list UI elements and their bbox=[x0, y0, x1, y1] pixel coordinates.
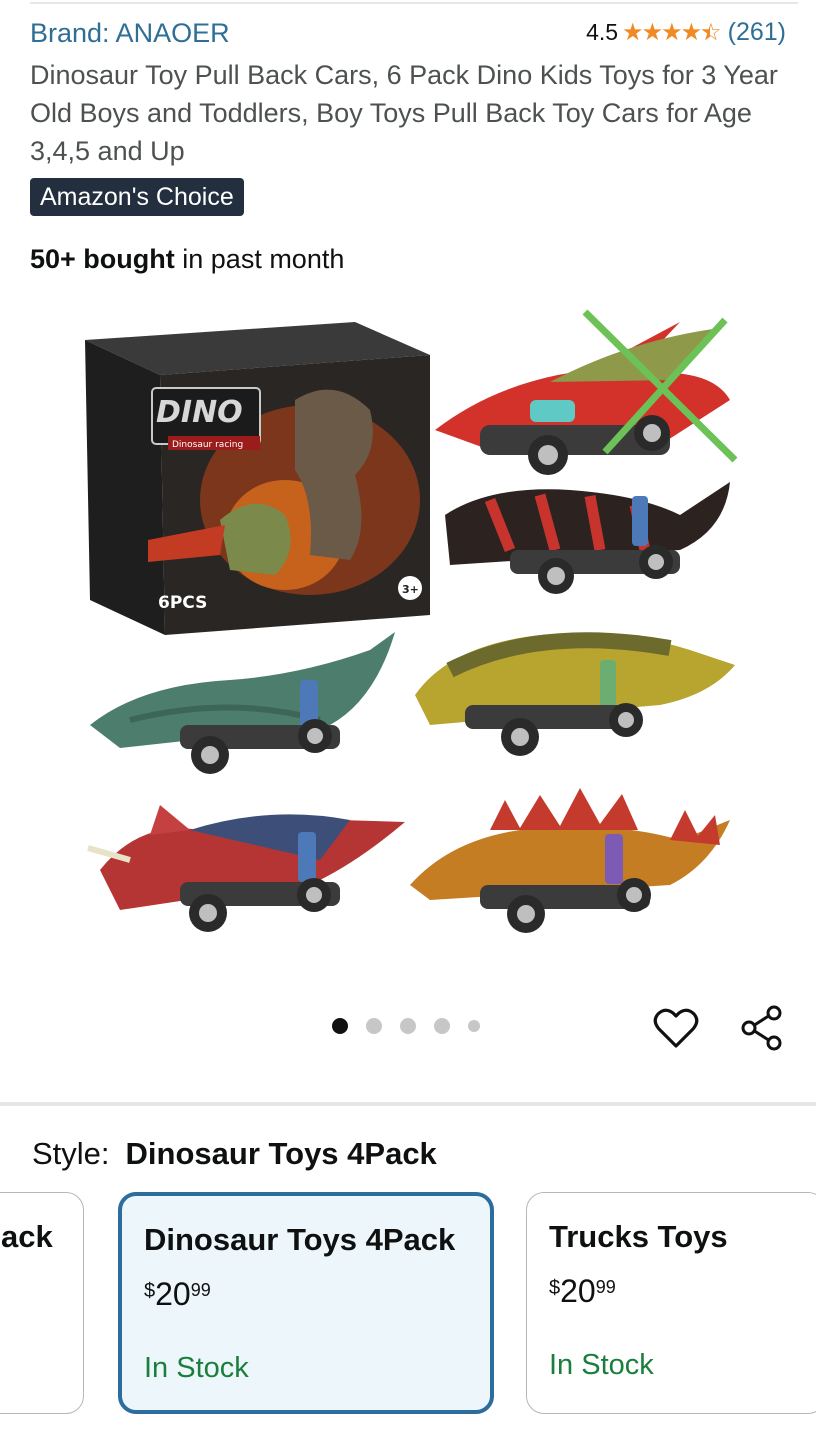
rating-count: (261) bbox=[727, 18, 786, 46]
star-rating-icon: ★★★★☆★ bbox=[622, 19, 722, 46]
style-option-name: Dinosaur Toys 4Pack bbox=[144, 1222, 456, 1257]
style-option-price: $2099 bbox=[144, 1276, 211, 1313]
carousel-dot[interactable] bbox=[366, 1018, 382, 1034]
heart-icon bbox=[653, 1008, 699, 1048]
style-option-card[interactable]: ack bbox=[0, 1192, 84, 1414]
price-whole: 20 bbox=[155, 1276, 191, 1312]
carousel-dot[interactable] bbox=[400, 1018, 416, 1034]
amazons-choice-badge: Amazon's Choice bbox=[30, 178, 244, 216]
share-icon bbox=[741, 1005, 782, 1051]
style-selected-value: Dinosaur Toys 4Pack bbox=[125, 1136, 437, 1171]
stock-status: In Stock bbox=[144, 1352, 249, 1384]
share-button[interactable] bbox=[736, 1002, 788, 1054]
box-logo-text: DINO bbox=[156, 395, 243, 430]
price-fraction: 99 bbox=[190, 1280, 211, 1300]
ankylosaurus-car-image bbox=[415, 632, 735, 756]
product-image[interactable]: DINO Dinosaur racing 6PCS 3+ bbox=[70, 300, 750, 960]
rating-value: 4.5 bbox=[586, 19, 619, 45]
box-age: 3+ bbox=[402, 583, 419, 596]
section-divider bbox=[0, 1102, 816, 1106]
top-divider bbox=[30, 2, 798, 4]
style-option-card[interactable]: Trucks Toys $2099 In Stock bbox=[526, 1192, 816, 1414]
favorite-button[interactable] bbox=[650, 1002, 702, 1054]
style-option-name: Trucks Toys bbox=[549, 1219, 728, 1254]
price-whole: 20 bbox=[560, 1273, 596, 1309]
trex-car-image bbox=[445, 482, 730, 594]
purchase-count: 50+ bought in past month bbox=[30, 244, 344, 275]
rating-summary[interactable]: 4.5 ★★★★☆★ (261) bbox=[586, 18, 786, 47]
purchase-count-rest: in past month bbox=[174, 244, 345, 274]
style-label: Style: bbox=[32, 1136, 110, 1171]
style-option-card-selected[interactable]: Dinosaur Toys 4Pack $2099 In Stock bbox=[118, 1192, 494, 1414]
pterosaur-car-image bbox=[435, 309, 738, 475]
carousel-dot[interactable] bbox=[468, 1020, 480, 1032]
style-selector-label: Style: Dinosaur Toys 4Pack bbox=[32, 1136, 437, 1172]
stegosaurus-car-image bbox=[410, 788, 730, 933]
raptor-car-image bbox=[90, 632, 395, 774]
price-currency: $ bbox=[144, 1280, 156, 1302]
price-currency: $ bbox=[549, 1277, 561, 1299]
purchase-count-bold: 50+ bought bbox=[30, 244, 175, 274]
box-count: 6PCS bbox=[158, 593, 207, 613]
price-fraction: 99 bbox=[595, 1277, 616, 1297]
toy-box-image: DINO Dinosaur racing 6PCS 3+ bbox=[85, 322, 430, 635]
product-title: Dinosaur Toy Pull Back Cars, 6 Pack Dino… bbox=[30, 60, 778, 166]
carousel-dot[interactable] bbox=[434, 1018, 450, 1034]
carousel-dot[interactable] bbox=[332, 1018, 348, 1034]
box-subtitle: Dinosaur racing bbox=[172, 440, 243, 450]
brand-link[interactable]: Brand: ANAOER bbox=[30, 18, 230, 49]
triceratops-car-image bbox=[87, 805, 405, 932]
image-carousel-dots[interactable] bbox=[332, 1018, 480, 1034]
stock-status: In Stock bbox=[549, 1349, 654, 1381]
style-option-name: ack bbox=[1, 1219, 53, 1254]
style-option-price: $2099 bbox=[549, 1273, 616, 1310]
